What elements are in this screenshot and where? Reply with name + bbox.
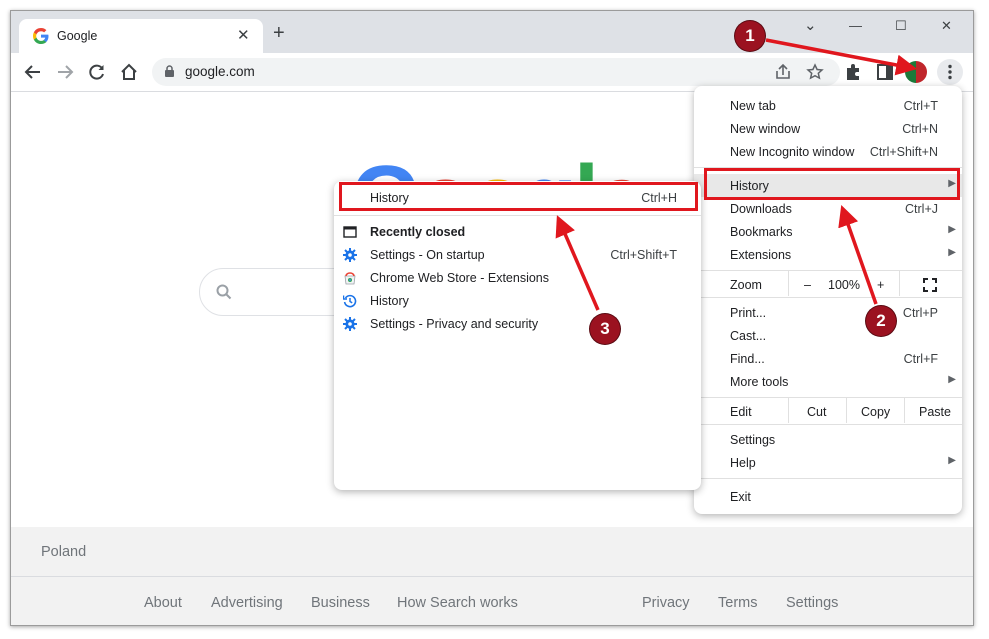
arrow-1 (765, 38, 918, 76)
annotation-badge-3: 3 (590, 314, 620, 344)
annotation-arrows (555, 38, 918, 311)
arrow-3 (555, 215, 600, 311)
annotation-badge-1: 1 (735, 21, 765, 51)
annotation-badge-2: 2 (866, 306, 896, 336)
arrow-2 (838, 205, 878, 305)
